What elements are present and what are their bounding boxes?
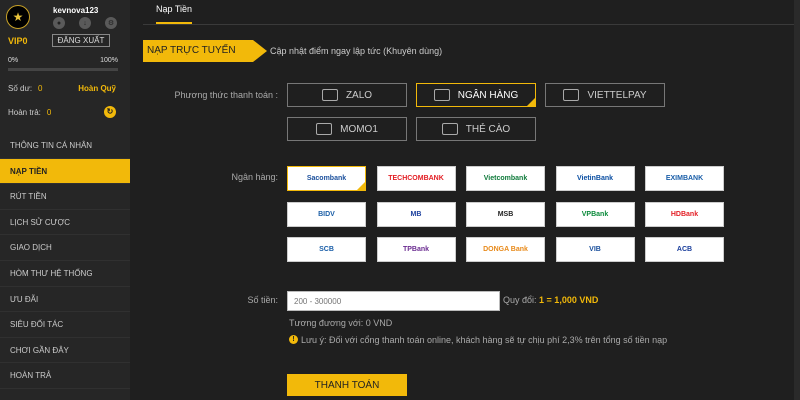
bank-option-2[interactable]: Vietcombank — [466, 166, 545, 191]
pay-button[interactable]: THANH TOÁN — [287, 374, 407, 396]
bank-option-5[interactable]: BIDV — [287, 201, 366, 227]
bank-name: EXIMBANK — [665, 175, 704, 182]
sidebar: ★ kevnova123 ● ↓ ⚙ VIP0 ĐĂNG XUẤT 0% 100… — [0, 0, 130, 400]
bank-name: VietinBank — [576, 175, 614, 182]
progress-start-label: 0% — [8, 57, 19, 64]
username: kevnova123 — [53, 6, 99, 15]
selected-check-icon: ✓ — [526, 97, 536, 107]
logout-button[interactable]: ĐĂNG XUẤT — [52, 34, 110, 47]
bank-name: MB — [410, 210, 422, 218]
sidebar-item-8[interactable]: CHƠI GẦN ĐÂY — [0, 338, 130, 364]
bank-option-3[interactable]: VietinBank — [555, 166, 635, 191]
refresh-icon[interactable]: ↻ — [104, 106, 116, 118]
vip-progress-bar — [8, 68, 118, 71]
bank-option-11[interactable]: TPBank — [376, 237, 456, 262]
selected-check-icon: ✓ — [356, 181, 366, 191]
payment-method-label: THẺ CÀO — [465, 123, 511, 135]
payment-method-label: MOMO1 — [340, 123, 378, 135]
sidebar-item-4[interactable]: GIAO DỊCH — [0, 235, 130, 261]
bank-name: BIDV — [318, 210, 335, 218]
bank-name: DONGA Bank — [483, 246, 528, 253]
refund-row: Hoàn trả: 0 — [8, 108, 51, 117]
payment-method-2[interactable]: VIETTELPAY — [545, 83, 665, 107]
bank-name: ACB — [676, 246, 693, 253]
bank-option-10[interactable]: SCB — [287, 237, 366, 262]
balance-value: 0 — [38, 84, 43, 93]
bank-option-0[interactable]: Sacombank ✓ — [287, 166, 366, 191]
balance-row: Số dư: 0 — [8, 84, 43, 93]
site-logo[interactable]: ★ — [6, 5, 30, 29]
bank-option-1[interactable]: TECHCOMBANK — [376, 166, 456, 191]
payment-method-0[interactable]: ZALO — [287, 83, 407, 107]
bank-option-8[interactable]: VPBank — [555, 201, 635, 227]
payment-method-3[interactable]: MOMO1 — [287, 117, 407, 141]
sidebar-item-2[interactable]: RÚT TIỀN — [0, 184, 130, 210]
bank-name: Sacombank — [306, 175, 347, 182]
sidebar-item-3[interactable]: LỊCH SỬ CƯỢC — [0, 210, 130, 236]
hoan-quy-link[interactable]: Hoàn Quỹ — [78, 84, 116, 93]
bank-option-13[interactable]: VIB — [555, 237, 635, 262]
bank-option-12[interactable]: DONGA Bank — [466, 237, 545, 262]
bank-name: HDBank — [670, 210, 699, 218]
main-content: Nạp Tiền NẠP TRỰC TUYẾN Cập nhật điểm ng… — [143, 0, 800, 400]
bank-name: VPBank — [581, 210, 609, 218]
bank-card-icon — [433, 89, 450, 101]
sidebar-item-0[interactable]: THÔNG TIN CÁ NHÂN — [0, 133, 130, 159]
bank-option-7[interactable]: MSB — [466, 201, 545, 227]
sidebar-item-6[interactable]: ƯU ĐÃI — [0, 287, 130, 313]
download-icon[interactable]: ↓ — [79, 17, 91, 29]
settings-icon[interactable]: ⚙ — [105, 17, 117, 29]
momo-icon — [316, 123, 333, 135]
refund-value: 0 — [46, 108, 52, 117]
ribbon-description: Cập nhật điểm ngay lập tức (Khuyên dùng) — [270, 46, 443, 56]
sidebar-item-9[interactable]: HOÀN TRẢ — [0, 363, 130, 389]
online-deposit-ribbon: NẠP TRỰC TUYẾN — [143, 40, 267, 62]
progress-end-label: 100% — [100, 57, 118, 64]
rate-label: Quy đổi: — [503, 295, 537, 305]
balance-label: Số dư: — [8, 84, 33, 93]
viettelpay-icon — [563, 89, 580, 101]
tab-divider — [143, 24, 800, 25]
bank-name: SCB — [319, 246, 334, 253]
payment-method-label: ZALO — [345, 89, 373, 101]
amount-input[interactable] — [287, 291, 500, 311]
bank-name: TECHCOMBANK — [388, 175, 444, 182]
bank-option-6[interactable]: MB — [376, 201, 456, 227]
warning-icon: ! — [289, 335, 298, 344]
equivalent-amount: Tương đương với: 0 VND — [289, 318, 393, 328]
bank-label: Ngân hàng: — [231, 172, 278, 182]
profile-panel: ★ kevnova123 ● ↓ ⚙ VIP0 ĐĂNG XUẤT — [0, 0, 130, 50]
bank-name: VIB — [589, 246, 601, 253]
zalo-icon — [321, 89, 338, 101]
payment-method-label: Phương thức thanh toán : — [174, 90, 278, 100]
payment-method-label: NGÂN HÀNG — [457, 89, 519, 101]
bank-name: MSB — [497, 210, 514, 218]
bank-option-14[interactable]: ACB — [645, 237, 724, 262]
exchange-rate: Quy đổi: 1 = 1,000 VND — [503, 295, 598, 305]
rate-value: 1 = 1,000 VND — [539, 295, 599, 305]
tab-nap-tien[interactable]: Nạp Tiền — [156, 4, 193, 24]
vip-level: VIP0 — [8, 36, 28, 46]
sidebar-item-5[interactable]: HÒM THƯ HỆ THỐNG — [0, 261, 130, 287]
bank-option-9[interactable]: HDBank — [645, 201, 724, 227]
refund-label: Hoàn trả: — [8, 108, 41, 117]
payment-method-1[interactable]: NGÂN HÀNG ✓ — [416, 83, 536, 107]
sidebar-item-7[interactable]: SIÊU ĐỐI TÁC — [0, 312, 130, 338]
sidebar-item-1[interactable]: NẠP TIỀN — [0, 158, 130, 185]
scrollbar[interactable] — [794, 0, 800, 400]
bank-option-4[interactable]: EXIMBANK — [645, 166, 724, 191]
bank-name: Vietcombank — [483, 175, 528, 182]
payment-method-label: VIETTELPAY — [587, 89, 647, 101]
user-icon[interactable]: ● — [53, 17, 65, 29]
sidebar-menu: THÔNG TIN CÁ NHÂN NẠP TIỀN RÚT TIỀN LỊCH SỬ… — [0, 133, 130, 389]
payment-method-4[interactable]: THẺ CÀO — [416, 117, 536, 141]
scratch-card-icon — [441, 123, 458, 135]
amount-label: Số tiền: — [247, 295, 278, 305]
fee-note: Lưu ý: Đối với cổng thanh toán online, k… — [301, 335, 668, 345]
bank-name: TPBank — [402, 246, 430, 253]
